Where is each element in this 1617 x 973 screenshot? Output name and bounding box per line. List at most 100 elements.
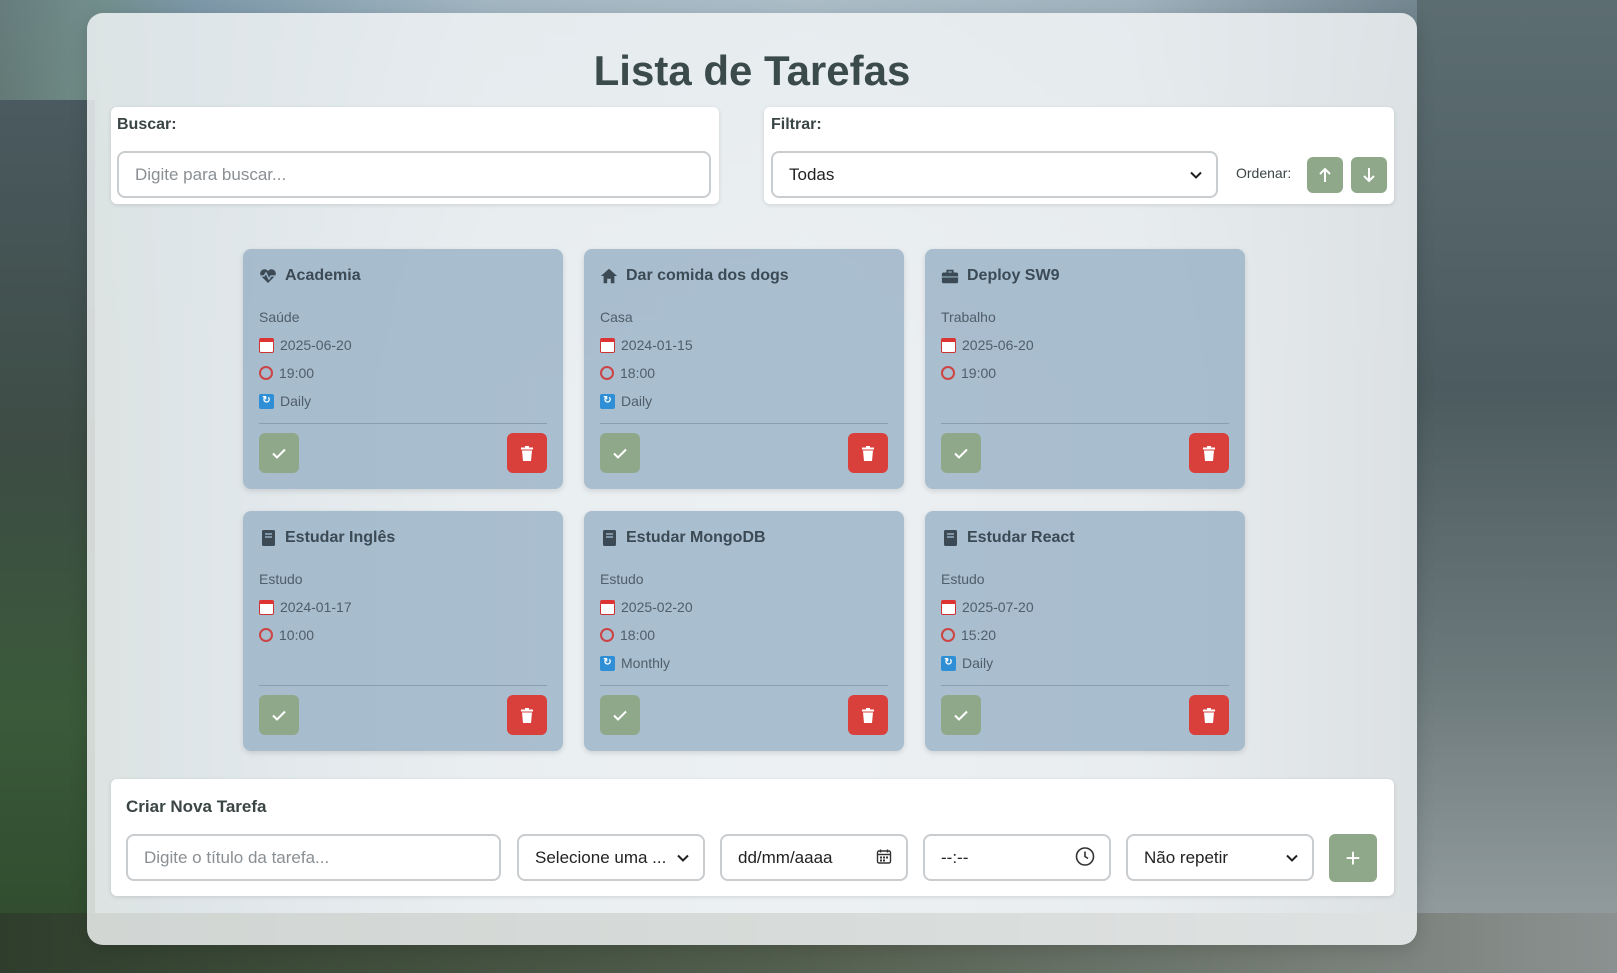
clock-icon[interactable] [1075,846,1095,869]
divider [600,685,888,686]
filter-box: Filtrar: Todas Ordenar: [764,107,1394,204]
add-task-button[interactable]: + [1329,834,1377,882]
task-time: 19:00 [961,365,997,381]
divider [941,423,1229,424]
task-time: 18:00 [620,365,656,381]
task-time-row: 18:00 [600,365,655,381]
arrow-down-icon [1363,168,1375,183]
task-category: Trabalho [941,309,996,325]
alarm-clock-icon [941,628,955,642]
repeat-select-value: Não repetir [1144,847,1229,867]
home-icon [600,267,618,285]
complete-task-button[interactable] [259,695,299,735]
search-input[interactable]: Digite para buscar... [117,151,711,198]
complete-task-button[interactable] [259,433,299,473]
repeat-icon: ↻ [600,393,615,409]
task-time-row: 19:00 [259,365,314,381]
sort-label: Ordenar: [1236,165,1292,181]
trash-icon [862,707,874,723]
background-mountain-right [1417,0,1617,973]
complete-task-button[interactable] [941,433,981,473]
task-repeat: Monthly [621,655,671,671]
calendar-icon [941,337,956,353]
divider [259,685,547,686]
task-card: Estudar React Estudo 2025-07-20 15:20 ↻ Dai… [925,511,1245,751]
sort-descending-button[interactable] [1351,157,1387,193]
calendar-icon [259,337,274,353]
delete-task-button[interactable] [1189,433,1229,473]
filter-select[interactable]: Todas [771,151,1218,198]
task-title: Dar comida dos dogs [626,267,789,284]
page-title: Lista de Tarefas [593,47,911,94]
task-card: Deploy SW9 Trabalho 2025-06-20 19:00 [925,249,1245,489]
category-select[interactable]: Selecione uma ... [517,834,705,881]
trash-icon [862,445,874,461]
task-header: Dar comida dos dogs [600,267,789,285]
alarm-clock-icon [259,366,273,380]
time-input[interactable]: --:-- [923,834,1111,881]
repeat-icon: ↻ [600,655,615,671]
task-time-row: 18:00 [600,627,655,643]
calendar-icon [600,599,615,615]
heartbeat-icon [259,267,277,285]
delete-task-button[interactable] [848,433,888,473]
task-repeat-row: ↻ Daily [600,393,652,409]
task-date: 2024-01-17 [280,599,352,615]
repeat-select[interactable]: Não repetir [1126,834,1314,881]
task-repeat: Daily [962,655,994,671]
trash-icon [521,707,533,723]
task-title: Academia [285,267,361,284]
check-icon [272,710,286,721]
task-title-input[interactable]: Digite o título da tarefa... [126,834,501,881]
task-repeat-row: ↻ Daily [941,655,993,671]
complete-task-button[interactable] [600,695,640,735]
divider [600,423,888,424]
calendar-icon [259,599,274,615]
delete-task-button[interactable] [1189,695,1229,735]
task-card: Estudar Inglês Estudo 2024-01-17 10:00 [243,511,563,751]
task-category: Estudo [259,571,303,587]
complete-task-button[interactable] [941,695,981,735]
check-icon [272,448,286,459]
check-icon [613,710,627,721]
alarm-clock-icon [259,628,273,642]
alarm-clock-icon [600,628,614,642]
check-icon [613,448,627,459]
time-placeholder: --:-- [941,847,969,867]
task-category: Estudo [941,571,985,587]
divider [941,685,1229,686]
chevron-down-icon [677,850,689,865]
check-icon [954,710,968,721]
task-date-row: 2025-06-20 [941,337,1034,353]
task-time: 19:00 [279,365,315,381]
delete-task-button[interactable] [507,433,547,473]
delete-task-button[interactable] [507,695,547,735]
main-panel: Lista de Tarefas Buscar: Digite para bus… [87,13,1417,945]
task-date-row: 2025-07-20 [941,599,1034,615]
date-input[interactable]: dd/mm/aaaa [720,834,908,881]
task-header: Estudar MongoDB [600,529,766,547]
task-header: Academia [259,267,361,285]
task-date: 2025-07-20 [962,599,1034,615]
date-placeholder: dd/mm/aaaa [738,847,833,867]
delete-task-button[interactable] [848,695,888,735]
task-card: Estudar MongoDB Estudo 2025-02-20 18:00 ↻ M… [584,511,904,751]
task-repeat: Daily [621,393,653,409]
calendar-icon[interactable] [876,848,892,867]
task-card: Dar comida dos dogs Casa 2024-01-15 18:00… [584,249,904,489]
arrow-up-icon [1319,167,1331,182]
task-time-row: 15:20 [941,627,996,643]
filter-selected-value: Todas [789,164,835,184]
calendar-icon [600,337,615,353]
complete-task-button[interactable] [600,433,640,473]
sort-ascending-button[interactable] [1307,157,1343,193]
book-icon [941,529,959,547]
task-time-row: 19:00 [941,365,996,381]
task-time: 10:00 [279,627,315,643]
task-title: Estudar React [967,529,1075,546]
alarm-clock-icon [600,366,614,380]
repeat-icon: ↻ [259,393,274,409]
book-icon [259,529,277,547]
trash-icon [521,445,533,461]
task-time: 18:00 [620,627,656,643]
